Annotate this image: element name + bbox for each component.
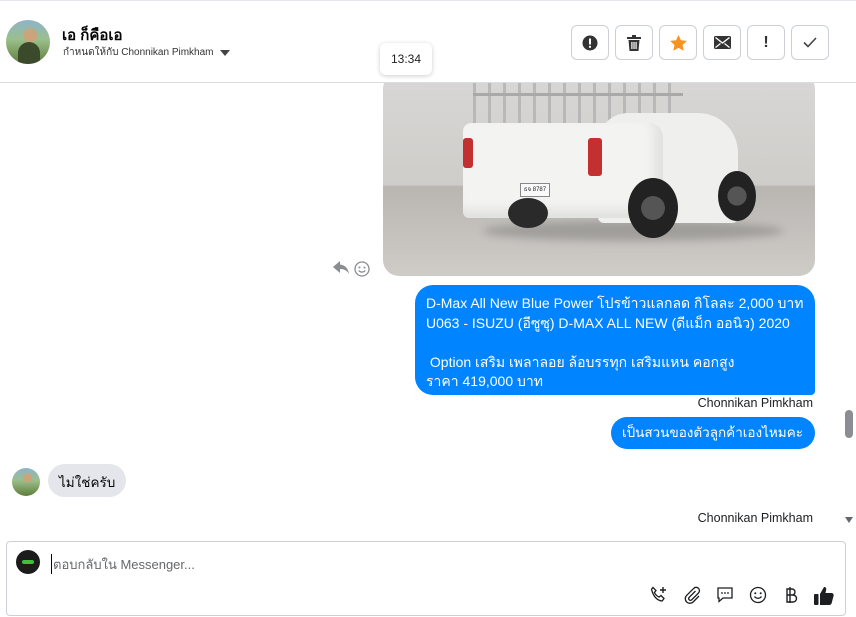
checkmark-icon [803,37,817,48]
mark-unread-button[interactable] [703,25,741,60]
emoji-icon [749,586,767,604]
alert-circle-icon [582,35,598,50]
scrollbar-thumb[interactable] [845,410,853,438]
spam-button[interactable] [571,25,609,60]
contact-name[interactable]: เอ ก็คือเอ [62,23,123,47]
thumbs-up-icon [814,586,834,605]
outgoing-message[interactable]: เป็นสวนของตัวลูกค้าเองไหมคะ [611,417,815,449]
chat-bubble-icon [717,587,733,603]
payment-button[interactable] [780,584,802,606]
react-smile-icon[interactable] [354,261,370,277]
assign-dropdown[interactable]: กำหนดให้กับ Chonnikan Pimkham [63,45,230,60]
assign-label: กำหนดให้กับ Chonnikan Pimkham [63,47,214,58]
photo-tail-light-right [588,138,602,176]
emoji-button[interactable] [747,584,769,606]
caret-down-icon [219,49,230,56]
saved-replies-button[interactable] [714,584,736,606]
timestamp-tooltip: 13:34 [380,43,432,75]
message-list[interactable]: ธจ 8787 D-Max All New Blue Power โปรข้าว… [0,83,856,538]
photo-rack-bar [473,93,683,96]
sender-name: Chonnikan Pimkham [697,511,813,525]
message-scrollbar[interactable] [844,83,854,538]
envelope-icon [713,36,731,49]
exclamation-icon: ! [763,33,769,51]
reply-input[interactable] [51,554,751,574]
phone-plus-icon [650,586,666,602]
photo-wheel-rear-right [628,178,678,238]
attach-button[interactable] [681,584,703,606]
outgoing-message[interactable]: D-Max All New Blue Power โปรข้าวแลกลด กิ… [415,285,815,395]
mark-done-button[interactable] [791,25,829,60]
photo-license-plate: ธจ 8787 [520,183,550,197]
page-avatar [16,550,40,574]
contact-avatar[interactable] [6,20,50,64]
trash-icon [627,34,641,51]
delete-button[interactable] [615,25,653,60]
star-icon [669,34,687,51]
photo-wheel-front [718,171,756,221]
star-button[interactable] [659,25,697,60]
incoming-message[interactable]: ไม่ใช่ครับ [48,464,127,497]
follow-up-button[interactable]: ! [747,25,785,60]
contact-avatar-small[interactable] [12,468,40,496]
composer-toolbar [648,584,835,606]
conversation-toolbar: ! [571,25,829,60]
reply-icon[interactable] [333,261,349,275]
sender-name: Chonnikan Pimkham [697,396,813,410]
like-button[interactable] [813,584,835,606]
message-photo[interactable]: ธจ 8787 [383,83,815,276]
scroll-down-arrow-icon[interactable] [845,517,853,523]
photo-tail-light-left [463,138,473,168]
photo-wheel-rear-left [508,198,548,228]
call-button[interactable] [648,584,670,606]
message-composer [6,541,846,616]
baht-icon [786,587,798,603]
paperclip-icon [684,586,701,604]
